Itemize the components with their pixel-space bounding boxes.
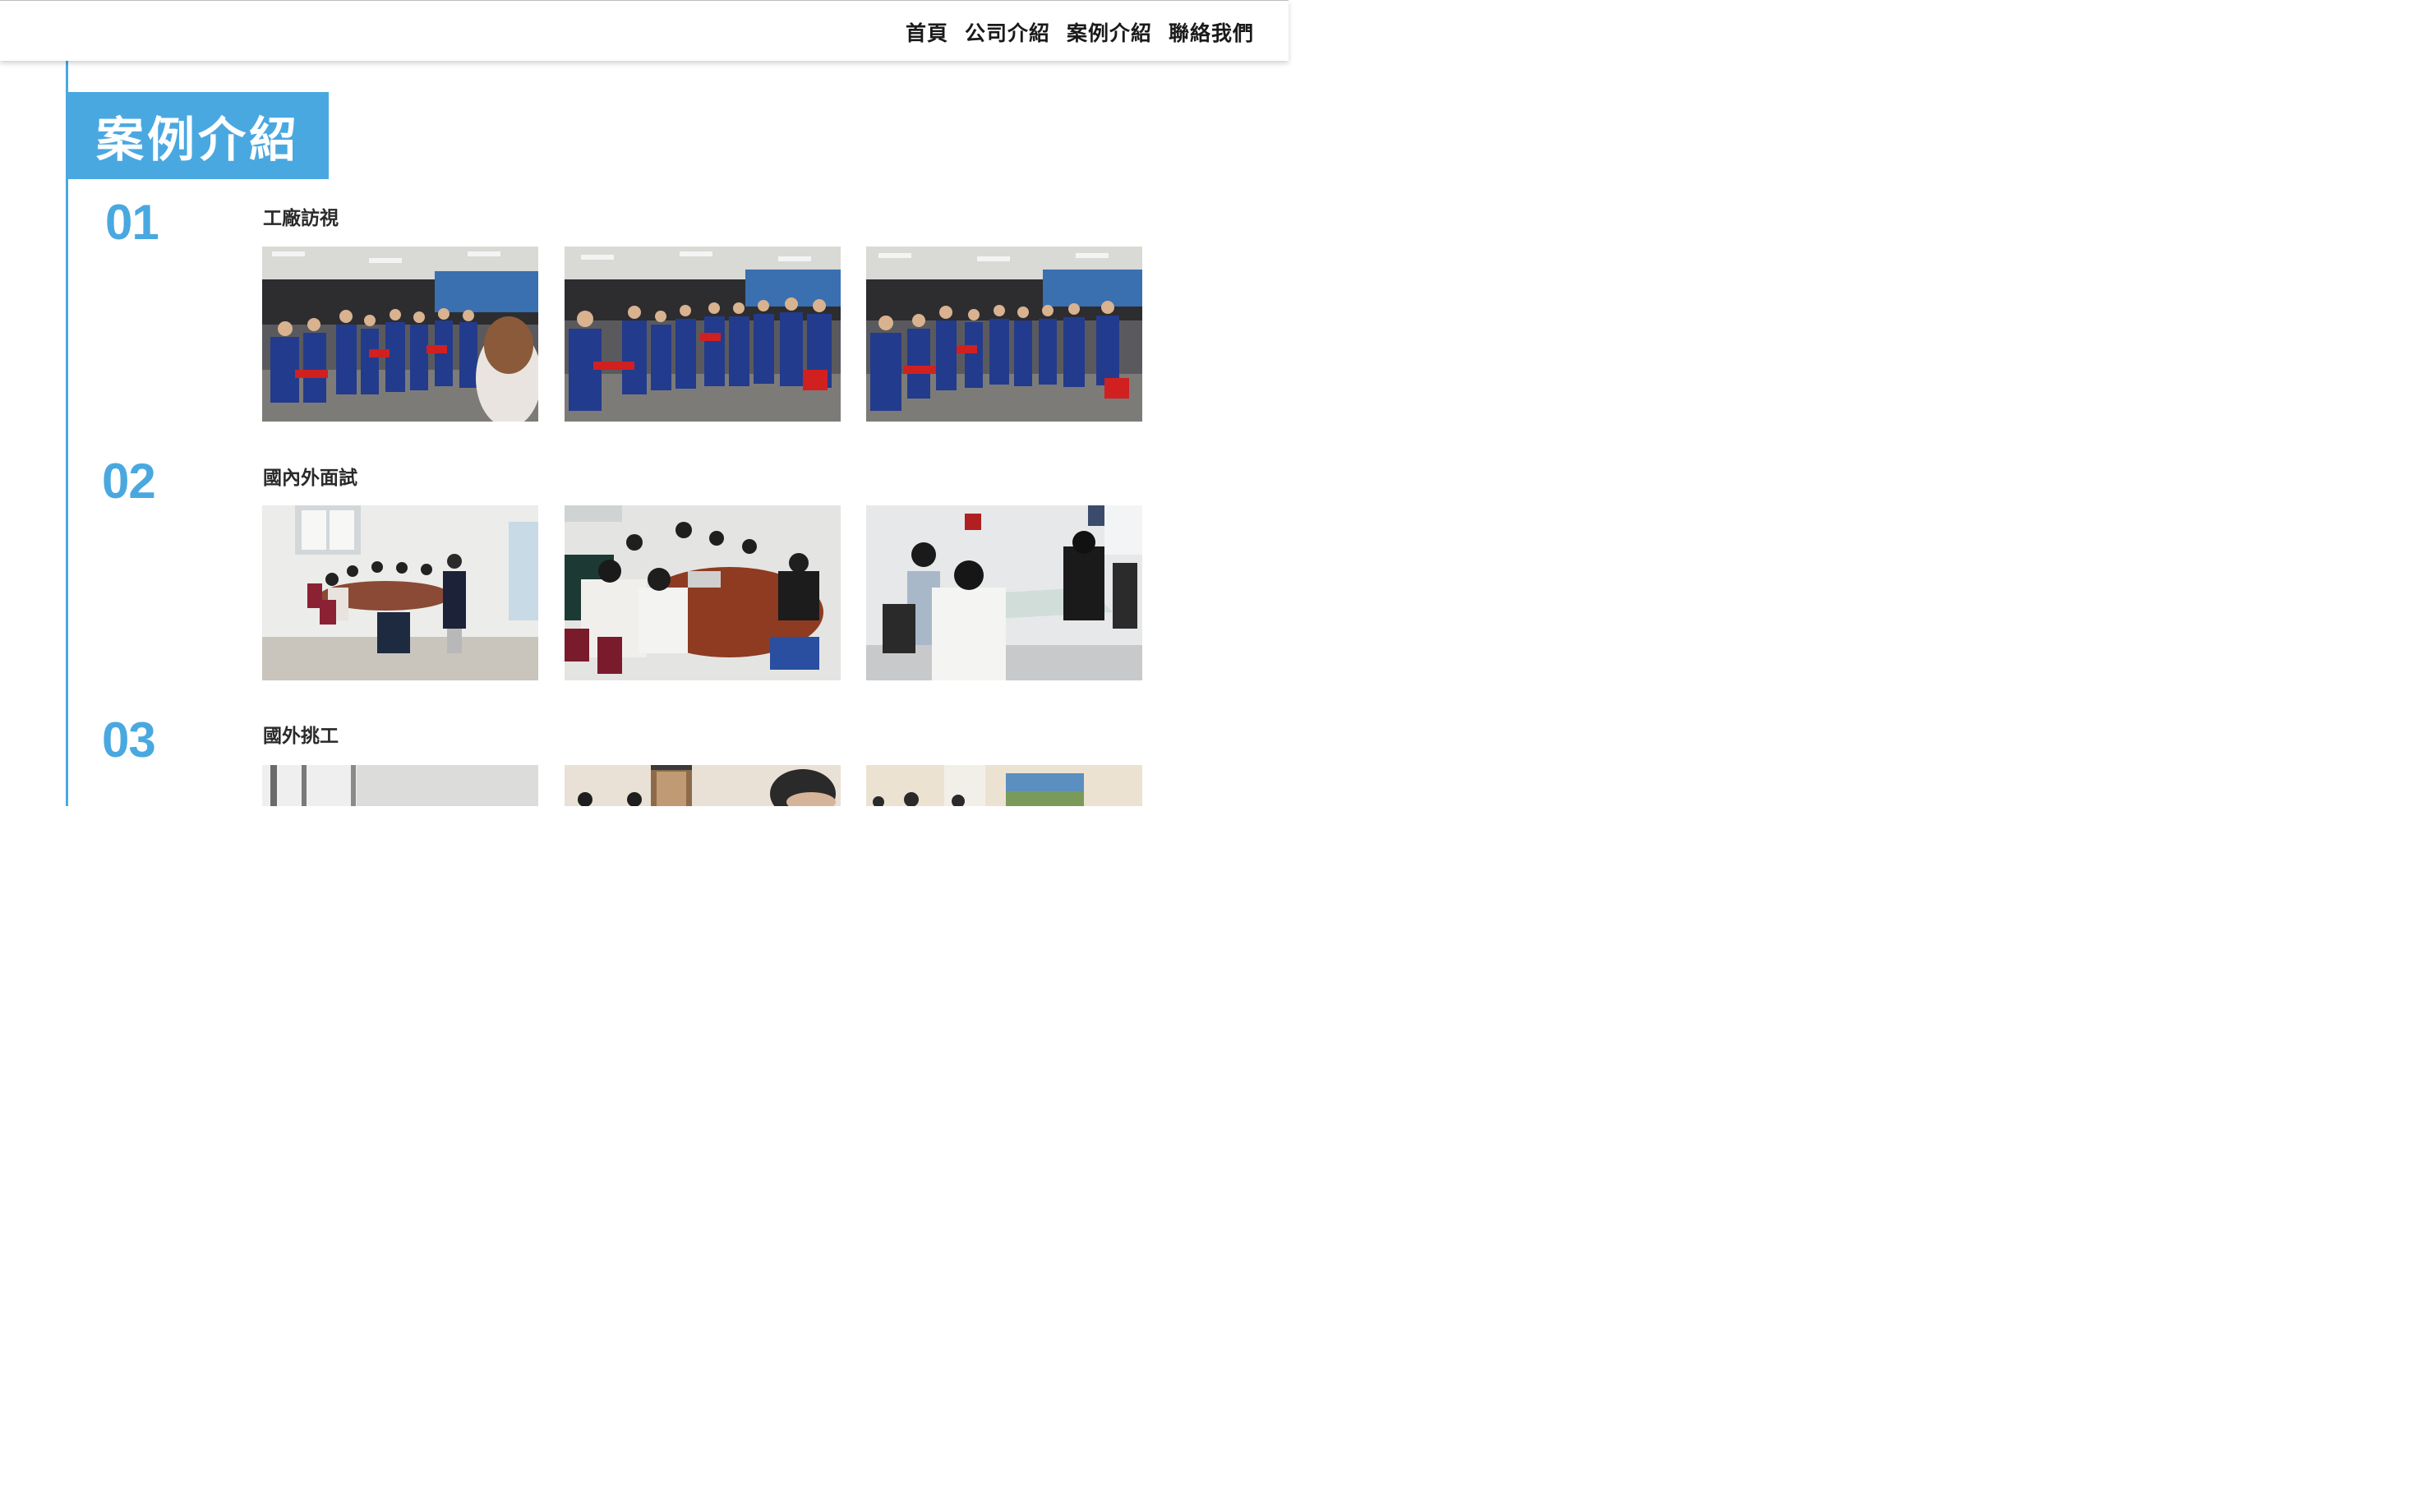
- page-title-box: 案例介紹: [67, 92, 329, 179]
- photo-factory-visit-3[interactable]: [866, 247, 1142, 422]
- top-navigation-bar: 首頁 公司介紹 案例介紹 聯絡我們: [0, 0, 1289, 61]
- page-title: 案例介紹: [95, 112, 300, 168]
- photo-overseas-selection-2[interactable]: [565, 765, 841, 806]
- photo-interviews-1[interactable]: [262, 505, 538, 680]
- photo-interviews-3[interactable]: [866, 505, 1142, 680]
- section-title-overseas-selection: 國外挑工: [263, 726, 339, 747]
- photo-overseas-selection-1[interactable]: [262, 765, 538, 806]
- photo-interviews-2[interactable]: [565, 505, 841, 680]
- section-number-03: 03: [102, 712, 156, 768]
- nav-company-intro[interactable]: 公司介紹: [965, 17, 1050, 47]
- nav-contact[interactable]: 聯絡我們: [1169, 17, 1254, 47]
- main-nav: 首頁 公司介紹 案例介紹 聯絡我們: [906, 17, 1254, 47]
- photo-overseas-selection-3[interactable]: [866, 765, 1142, 806]
- section-title-factory-visit: 工廠訪視: [263, 208, 339, 229]
- section-number-01: 01: [105, 195, 159, 250]
- section-title-interviews: 國內外面試: [263, 468, 357, 489]
- nav-home[interactable]: 首頁: [906, 17, 948, 47]
- nav-case-intro[interactable]: 案例介紹: [1067, 17, 1152, 47]
- section-number-02: 02: [102, 454, 156, 509]
- photo-factory-visit-1[interactable]: [262, 247, 538, 422]
- photo-factory-visit-2[interactable]: [565, 247, 841, 422]
